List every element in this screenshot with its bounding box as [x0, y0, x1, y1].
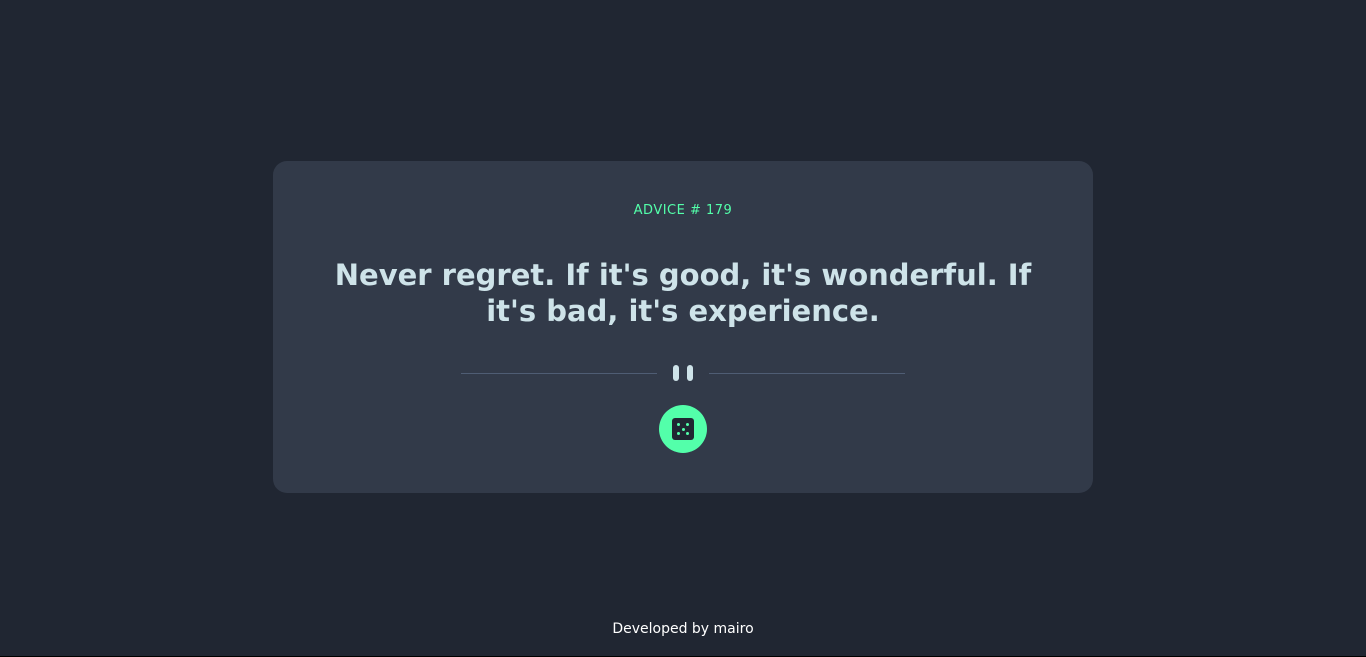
dice-icon — [672, 418, 694, 440]
divider-line-left — [461, 373, 657, 374]
pattern-divider — [461, 363, 905, 383]
page: ADVICE # 179 Never regret. If it's good,… — [0, 0, 1366, 657]
advice-text: Never regret. If it's good, it's wonderf… — [334, 258, 1032, 328]
footer-credit: Developed by mairo — [612, 621, 754, 637]
pause-icon — [672, 365, 694, 381]
divider-line-right — [709, 373, 905, 374]
advice-card: ADVICE # 179 Never regret. If it's good,… — [273, 161, 1093, 493]
new-advice-button[interactable] — [659, 405, 707, 453]
advice-id: ADVICE # 179 — [633, 203, 733, 218]
